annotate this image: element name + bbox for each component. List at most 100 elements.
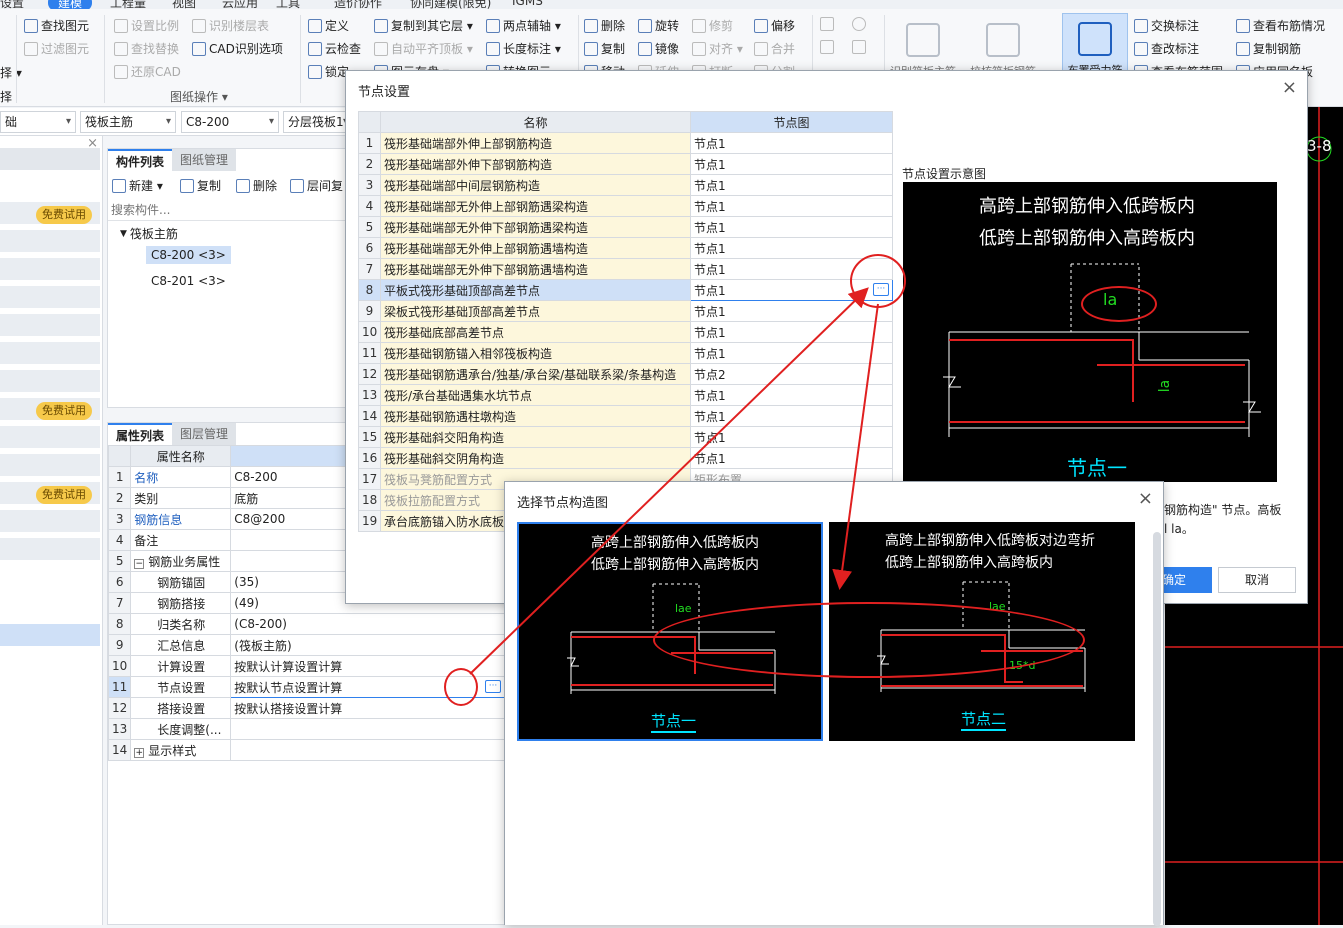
node-row[interactable]: 14 筏形基础钢筋遇柱墩构造 节点1 <box>358 405 893 427</box>
menu-quantity[interactable]: 工程量 <box>110 0 146 9</box>
property-row[interactable]: 9 汇总信息 (筏板主筋) <box>107 634 506 656</box>
property-value[interactable] <box>230 718 506 740</box>
scrollbar[interactable] <box>1153 532 1161 926</box>
property-row[interactable]: 12 搭接设置 按默认搭接设置计算 <box>107 697 506 719</box>
nav-row[interactable] <box>0 370 100 392</box>
menu-modeling[interactable]: 建模 <box>48 0 93 9</box>
nav-row[interactable] <box>0 510 100 532</box>
type-select[interactable]: 筏板主筋 <box>80 111 176 133</box>
copy-button[interactable]: 复制 <box>584 40 625 57</box>
node-value[interactable]: 节点1 <box>690 405 893 427</box>
expand-icon[interactable]: − <box>134 558 145 569</box>
menu-settings[interactable]: 设置 <box>0 0 24 9</box>
tree-root-raft-rebar[interactable]: ▼ 筏板主筋 <box>120 225 178 242</box>
tab-drawing-manage[interactable]: 图纸管理 <box>172 149 237 171</box>
length-dimension-button[interactable]: 长度标注 ▾ <box>486 40 561 57</box>
node-row[interactable]: 3 筏形基础端部中间层钢筋构造 节点1 <box>358 174 893 196</box>
nav-row[interactable] <box>0 286 100 308</box>
node-row[interactable]: 15 筏形基础斜交阳角构造 节点1 <box>358 426 893 448</box>
node-row[interactable]: 2 筏形基础端部外伸下部钢筋构造 节点1 <box>358 153 893 175</box>
copy-to-floor-button[interactable]: 复制到其它层 ▾ <box>374 17 473 34</box>
node-value[interactable]: 节点1 <box>690 195 893 217</box>
free-trial-badge[interactable]: 免费试用 <box>36 402 92 420</box>
ellipsis-button-icon[interactable]: ··· <box>485 680 501 693</box>
close-icon[interactable]: × <box>1282 77 1297 98</box>
delete-component-button[interactable]: 删除 <box>236 177 277 194</box>
node-value[interactable]: 节点1 <box>690 216 893 238</box>
node-value[interactable]: 节点1 <box>690 153 893 175</box>
trim-button[interactable]: 修剪 <box>692 17 733 34</box>
cancel-button[interactable]: 取消 <box>1218 567 1296 593</box>
property-value[interactable]: (筏板主筋) <box>230 634 506 656</box>
node-value[interactable]: 节点1 <box>690 321 893 343</box>
node-row[interactable]: 12 筏形基础钢筋遇承台/独基/承台梁/基础联系梁/条基构造 节点2 <box>358 363 893 385</box>
copy-rebar-button[interactable]: 复制钢筋 <box>1236 40 1301 57</box>
component-select[interactable]: C8-200 <box>181 111 279 133</box>
close-icon[interactable]: × <box>1138 488 1153 509</box>
menu-collab[interactable]: 造价协作 <box>334 0 382 9</box>
nav-row[interactable] <box>0 538 100 560</box>
node-row[interactable]: 13 筏形/承台基础遇集水坑节点 节点1 <box>358 384 893 406</box>
nav-row-selected[interactable] <box>0 624 100 646</box>
tab-component-list[interactable]: 构件列表 <box>108 149 173 171</box>
component-search-input[interactable] <box>108 199 346 221</box>
menu-cloud[interactable]: 云应用 <box>222 0 258 9</box>
point-tool-button[interactable] <box>820 17 834 31</box>
define-button[interactable]: 定义 <box>308 17 349 34</box>
component-item-c8-200[interactable]: C8-200 <3> <box>146 246 231 264</box>
rotate-button[interactable]: 旋转 <box>638 17 679 34</box>
node-row[interactable]: 7 筏形基础端部无外伸下部钢筋遇墙构造 节点1 <box>358 258 893 280</box>
node-row[interactable]: 16 筏形基础斜交阴角构造 节点1 <box>358 447 893 469</box>
menu-igms[interactable]: IGMS <box>512 0 543 8</box>
tab-layer-manage[interactable]: 图层管理 <box>172 423 237 445</box>
set-scale-button[interactable]: 设置比例 <box>114 17 179 34</box>
align-button[interactable]: 对齐 ▾ <box>692 40 743 57</box>
select-dropdown[interactable]: 择 ▾ <box>0 64 22 81</box>
property-row[interactable]: 14 + 显示样式 <box>107 739 506 761</box>
free-trial-badge[interactable]: 免费试用 <box>36 486 92 504</box>
clock-tool-button[interactable] <box>852 17 866 31</box>
nav-row[interactable] <box>0 454 100 476</box>
offset-button[interactable]: 偏移 <box>754 17 795 34</box>
node-row[interactable]: 4 筏形基础端部无外伸上部钢筋遇梁构造 节点1 <box>358 195 893 217</box>
node-value[interactable]: 节点1 <box>690 237 893 259</box>
nav-row[interactable] <box>0 314 100 336</box>
mirror-button[interactable]: 镜像 <box>638 40 679 57</box>
node-value[interactable]: 节点1 <box>690 342 893 364</box>
property-value[interactable]: (C8-200) <box>230 613 506 635</box>
node-value[interactable]: 节点1 <box>690 384 893 406</box>
cloud-check-button[interactable]: 云检查 <box>308 40 361 57</box>
node-row[interactable]: 1 筏形基础端部外伸上部钢筋构造 节点1 <box>358 132 893 154</box>
free-trial-badge[interactable]: 免费试用 <box>36 206 92 224</box>
node-row[interactable]: 11 筏形基础钢筋锚入相邻筏板构造 节点1 <box>358 342 893 364</box>
find-element-button[interactable]: 查找图元 <box>24 17 89 34</box>
node-row[interactable]: 8 平板式筏形基础顶部高差节点 节点1 ··· <box>358 279 893 301</box>
line-tool-button[interactable] <box>820 40 834 54</box>
node-row[interactable]: 9 梁板式筏形基础顶部高差节点 节点1 <box>358 300 893 322</box>
restore-cad-button[interactable]: 还原CAD <box>114 63 181 80</box>
tab-property-list[interactable]: 属性列表 <box>108 423 173 445</box>
auto-align-top-button[interactable]: 自动平齐顶板 ▾ <box>374 40 473 57</box>
cad-options-button[interactable]: CAD识别选项 <box>192 40 283 57</box>
nav-row[interactable] <box>0 426 100 448</box>
menu-cobuild[interactable]: 协同建模(限免) <box>410 0 491 9</box>
nav-row[interactable] <box>0 342 100 364</box>
node-row[interactable]: 5 筏形基础端部无外伸下部钢筋遇梁构造 节点1 <box>358 216 893 238</box>
node-value[interactable]: 节点1 <box>690 447 893 469</box>
edit-label-button[interactable]: 查改标注 <box>1134 40 1199 57</box>
menu-tools[interactable]: 工具 <box>276 0 300 9</box>
category-select[interactable]: 础 <box>0 111 76 133</box>
find-replace-button[interactable]: 查找替换 <box>114 40 179 57</box>
node-row[interactable]: 10 筏形基础底部高差节点 节点1 <box>358 321 893 343</box>
merge-button[interactable]: 合并 <box>754 40 795 57</box>
rect-tool-button[interactable] <box>852 40 866 54</box>
swap-label-button[interactable]: 交换标注 <box>1134 17 1199 34</box>
property-value[interactable] <box>230 739 506 761</box>
node-value[interactable]: 节点1 <box>690 174 893 196</box>
nav-row[interactable] <box>0 258 100 280</box>
node-value[interactable]: 节点1 <box>690 426 893 448</box>
node-value[interactable]: 节点2 <box>690 363 893 385</box>
drawing-ops-group[interactable]: 图纸操作 ▾ <box>170 88 228 105</box>
expand-icon[interactable]: + <box>134 747 145 758</box>
delete-button[interactable]: 删除 <box>584 17 625 34</box>
